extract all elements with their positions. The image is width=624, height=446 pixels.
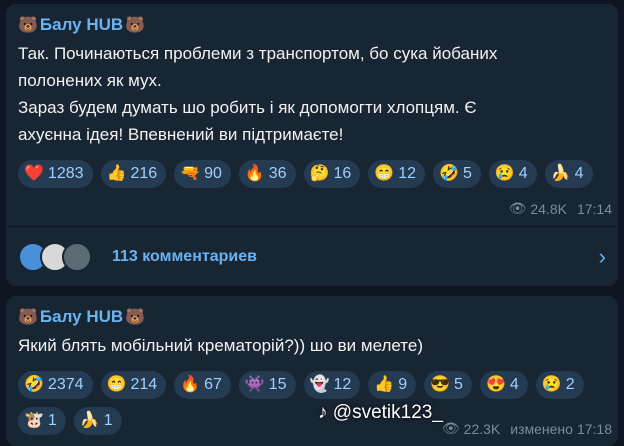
- reaction-chip[interactable]: 👍 216: [100, 160, 167, 188]
- chevron-right-icon[interactable]: ›: [599, 244, 606, 270]
- reaction-chip[interactable]: 🔫 90: [174, 160, 231, 188]
- reaction-chip[interactable]: 🍌 1: [73, 407, 122, 435]
- reaction-emoji-icon: 👾: [244, 376, 265, 393]
- reaction-chip[interactable]: 👻 12: [303, 371, 361, 399]
- reaction-count: 36: [268, 165, 287, 182]
- tiktok-icon: ♪: [318, 402, 328, 423]
- reaction-emoji-icon: 😢: [541, 376, 562, 393]
- reaction-emoji-icon: 🤔: [309, 165, 330, 182]
- reaction-emoji-icon: 🤣: [439, 165, 459, 182]
- reaction-emoji-icon: 👻: [309, 376, 330, 393]
- reaction-chip[interactable]: 👍 9: [368, 371, 417, 399]
- reaction-emoji-icon: 👍: [374, 376, 395, 393]
- reaction-emoji-icon: 🐮: [24, 412, 44, 429]
- reaction-chip[interactable]: 🔥 67: [174, 371, 231, 399]
- reaction-count: 12: [333, 376, 352, 393]
- reaction-count: 5: [454, 376, 463, 393]
- reaction-emoji-icon: ❤️: [24, 165, 44, 182]
- reaction-chip[interactable]: 😁 12: [368, 160, 426, 188]
- watermark-handle: @svetik123_: [332, 402, 443, 423]
- reactions-bar: ❤️ 1283 👍 216 🔫 90 🔥 36 🤔 16 😁 12 🤣 5 😢 4 🍌 4: [18, 160, 606, 188]
- bear-icon: 🐻: [18, 309, 38, 326]
- reaction-emoji-icon: 👍: [106, 165, 127, 182]
- reaction-chip[interactable]: 🤣 5: [433, 160, 481, 188]
- reaction-count: 4: [518, 165, 528, 182]
- edited-label: изменено: [510, 420, 573, 437]
- reaction-count: 1: [47, 412, 57, 429]
- reaction-emoji-icon: 🔫: [180, 165, 201, 182]
- reaction-chip[interactable]: 🔥 36: [238, 160, 296, 188]
- reaction-count: 12: [398, 165, 417, 182]
- text-line: Так. Починаються проблеми з транспортом,…: [18, 44, 498, 63]
- commenter-avatars: [18, 242, 92, 272]
- reaction-count: 2374: [47, 376, 84, 393]
- reaction-chip[interactable]: ❤️ 1283: [18, 160, 93, 188]
- reaction-count: 15: [268, 376, 287, 393]
- reaction-count: 1283: [47, 165, 84, 182]
- reaction-emoji-icon: 😁: [374, 165, 395, 182]
- reaction-count: 90: [204, 165, 222, 182]
- reaction-count: 5: [462, 165, 472, 182]
- eye-icon: 👁: [508, 200, 527, 216]
- author-name[interactable]: 🐻 Балу HUB 🐻: [18, 304, 606, 330]
- view-count: 24.8K: [530, 200, 567, 217]
- message-meta: 👁 22.3K изменено 17:18: [442, 420, 612, 437]
- reaction-emoji-icon: 🍌: [550, 165, 571, 182]
- eye-icon: 👁: [441, 420, 460, 436]
- reaction-count: 4: [574, 165, 584, 182]
- reaction-count: 9: [398, 376, 408, 393]
- reaction-count: 214: [130, 376, 158, 393]
- text-line: Який блять мобільний крематорій?)) шо ви…: [18, 336, 423, 355]
- author-name[interactable]: 🐻 Балу HUB 🐻: [18, 12, 606, 38]
- reaction-count: 2: [565, 376, 575, 393]
- reaction-emoji-icon: 🔥: [180, 376, 201, 393]
- reaction-chip[interactable]: 🤔 16: [303, 160, 361, 188]
- bear-icon: 🐻: [18, 17, 38, 34]
- reaction-emoji-icon: 🍌: [79, 412, 100, 429]
- message-text: Так. Починаються проблеми з транспортом,…: [18, 40, 606, 148]
- timestamp: 17:18: [576, 420, 612, 437]
- message-text: Який блять мобільний крематорій?)) шо ви…: [18, 332, 606, 359]
- reaction-chip[interactable]: 😎 5: [424, 371, 472, 399]
- divider: [6, 226, 618, 227]
- text-line: ахуєнна ідея! Впевнений ви підтримаєте!: [18, 125, 344, 144]
- reaction-emoji-icon: 🤣: [24, 376, 44, 393]
- comments-button[interactable]: 113 комментариев ›: [6, 232, 618, 282]
- bear-icon: 🐻: [125, 17, 146, 34]
- reaction-chip[interactable]: 🍌 4: [544, 160, 593, 188]
- reaction-chip[interactable]: 😢 4: [488, 160, 537, 188]
- reaction-emoji-icon: 😍: [485, 376, 506, 393]
- reaction-chip[interactable]: 🐮 1: [18, 407, 66, 435]
- reaction-count: 1: [103, 412, 113, 429]
- bear-icon: 🐻: [125, 309, 146, 326]
- comments-label: 113 комментариев: [112, 248, 257, 265]
- reaction-chip[interactable]: 😍 4: [479, 371, 528, 399]
- reaction-emoji-icon: 😎: [430, 376, 451, 393]
- reaction-emoji-icon: 😢: [494, 165, 515, 182]
- text-line: полонених як мух.: [18, 71, 162, 90]
- reaction-count: 4: [509, 376, 519, 393]
- reaction-count: 16: [333, 165, 352, 182]
- reaction-emoji-icon: 😁: [106, 376, 127, 393]
- view-count: 22.3K: [463, 420, 501, 437]
- reaction-chip[interactable]: 👾 15: [238, 371, 296, 399]
- reaction-chip[interactable]: 😢 2: [535, 371, 584, 399]
- reaction-count: 216: [130, 165, 158, 182]
- timestamp: 17:14: [576, 200, 612, 217]
- reaction-emoji-icon: 🔥: [244, 165, 265, 182]
- author-label: Балу HUB: [39, 307, 124, 326]
- tiktok-watermark: ♪ @svetik123_: [318, 402, 443, 424]
- reaction-chip[interactable]: 🤣 2374: [18, 371, 93, 399]
- reaction-chip[interactable]: 😁 214: [100, 371, 167, 399]
- reaction-count: 67: [204, 376, 222, 393]
- avatar: [62, 242, 92, 272]
- text-line: Зараз будем думать шо робить і як допомо…: [18, 98, 477, 117]
- author-label: Балу HUB: [39, 15, 124, 34]
- message-meta: 👁 24.8K 17:14: [509, 200, 612, 217]
